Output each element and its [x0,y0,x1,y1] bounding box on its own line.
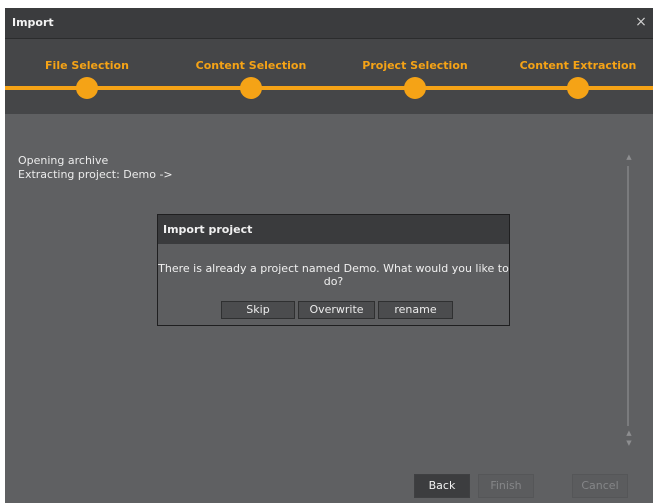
scroll-track[interactable] [627,166,629,426]
step-content-extraction: Content Extraction [508,39,648,114]
step-file-selection: File Selection [17,39,157,114]
step-content-selection: Content Selection [181,39,321,114]
log-output: Opening archive Extracting project: Demo… [18,154,173,182]
log-scrollbar[interactable]: ▲ ▲ ▼ [624,152,634,452]
wizard-stepper: File Selection Content Selection Project… [5,39,653,114]
step-dot [76,77,98,99]
scroll-up-icon[interactable]: ▲ [624,152,634,162]
window-title: Import [12,16,54,29]
dialog-message: There is already a project named Demo. W… [158,262,509,288]
dialog-title: Import project [163,223,253,236]
step-label: Content Extraction [519,59,637,72]
extraction-panel: Opening archive Extracting project: Demo… [5,114,653,503]
import-window: Import × File Selection Content Selectio… [5,8,653,503]
dialog-button-row: Skip Overwrite rename [158,301,509,319]
close-icon[interactable]: × [633,13,649,31]
step-dot [567,77,589,99]
step-label: File Selection [45,59,129,72]
step-dot [240,77,262,99]
dialog-header: Import project [158,215,509,244]
log-line: Extracting project: Demo -> [18,168,173,181]
overwrite-button[interactable]: Overwrite [298,301,375,319]
import-project-dialog: Import project There is already a projec… [157,214,510,326]
log-line: Opening archive [18,154,109,167]
title-bar: Import × [5,8,653,39]
back-button[interactable]: Back [414,474,470,498]
step-label: Project Selection [362,59,468,72]
scroll-up-icon[interactable]: ▲ [624,428,634,438]
step-project-selection: Project Selection [345,39,485,114]
rename-button[interactable]: rename [378,301,453,319]
skip-button[interactable]: Skip [221,301,295,319]
cancel-button[interactable]: Cancel [572,474,628,498]
step-label: Content Selection [195,59,307,72]
step-dot [404,77,426,99]
finish-button[interactable]: Finish [478,474,534,498]
scroll-down-icon[interactable]: ▼ [624,438,634,448]
